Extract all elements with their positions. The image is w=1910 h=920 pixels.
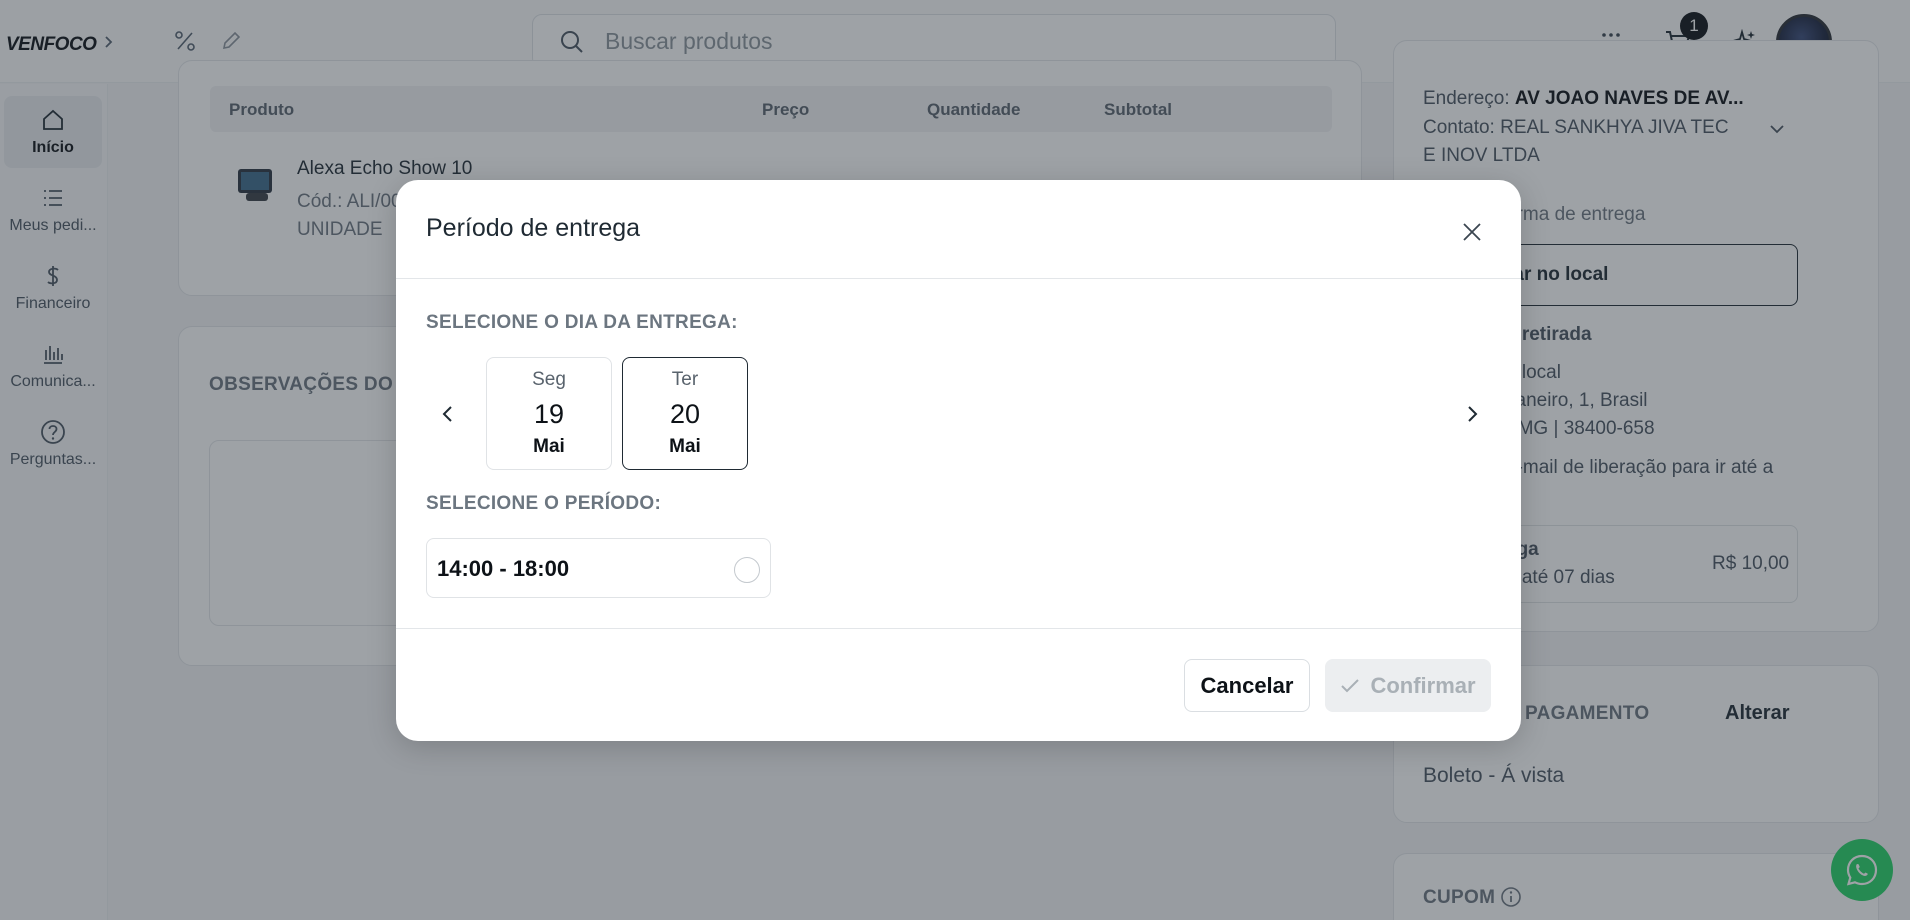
- modal-header-divider: [396, 278, 1521, 279]
- day-section-label: SELECIONE O DIA DA ENTREGA:: [426, 312, 738, 333]
- day-weekday: Ter: [671, 369, 699, 390]
- day-option-20-mai[interactable]: Ter 20 Mai: [622, 357, 748, 470]
- prev-days-button[interactable]: [430, 396, 466, 432]
- period-section-label: SELECIONE O PERÍODO:: [426, 493, 662, 514]
- day-option-19-mai[interactable]: Seg 19 Mai: [486, 357, 612, 470]
- day-month: Mai: [533, 436, 565, 457]
- day-month: Mai: [669, 436, 701, 457]
- chevron-left-icon: [442, 406, 452, 422]
- day-weekday: Seg: [532, 369, 566, 390]
- modal-close-button[interactable]: [1454, 214, 1490, 250]
- period-option-14-18[interactable]: 14:00 - 18:00: [426, 538, 771, 598]
- modal-footer-divider: [396, 628, 1521, 629]
- confirm-button-label: Confirmar: [1370, 672, 1476, 698]
- cancel-button[interactable]: Cancelar: [1184, 659, 1310, 712]
- period-time-label: 14:00 - 18:00: [437, 556, 570, 581]
- day-number: 19: [533, 399, 565, 429]
- chevron-right-icon: [1468, 406, 1478, 422]
- day-number: 20: [669, 399, 701, 429]
- confirm-button[interactable]: Confirmar: [1325, 659, 1491, 712]
- modal-title: Período de entrega: [426, 214, 641, 242]
- period-radio[interactable]: [734, 557, 760, 583]
- next-days-button[interactable]: [1454, 396, 1490, 432]
- close-icon: [1463, 223, 1481, 241]
- check-icon: [1341, 678, 1360, 692]
- delivery-period-modal: Período de entrega SELECIONE O DIA DA EN…: [396, 180, 1521, 741]
